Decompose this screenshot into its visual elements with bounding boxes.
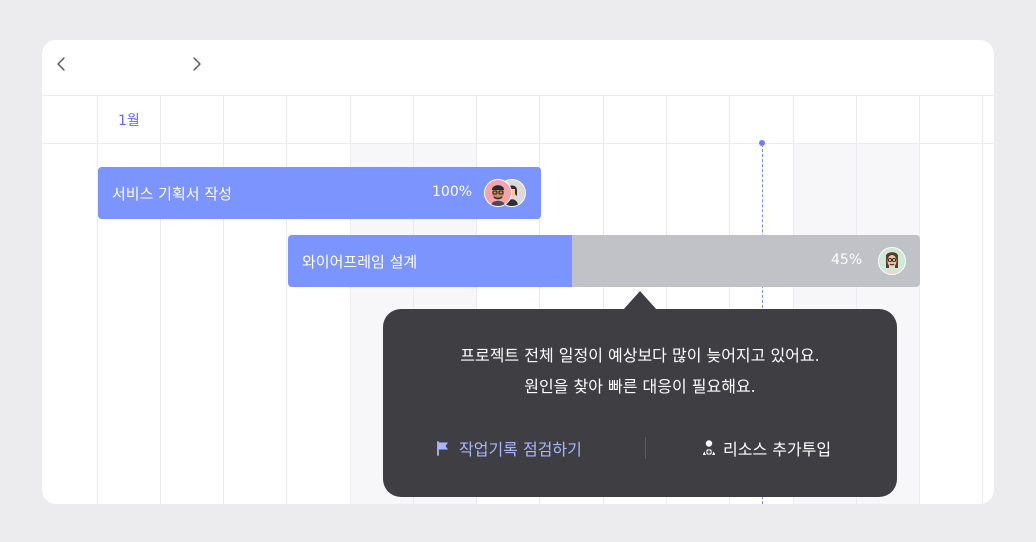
task-name: 서비스 기획서 작성 — [112, 185, 232, 203]
add-resource-label: 리소스 추가투입 — [723, 440, 832, 459]
avatar-woman-glasses[interactable] — [878, 247, 906, 275]
month-header: 1월 — [42, 96, 994, 144]
grid-line — [286, 96, 287, 504]
tooltip-arrow — [623, 291, 657, 310]
chevron-left-icon[interactable] — [50, 52, 74, 76]
month-label: 1월 — [118, 113, 140, 129]
chevron-right-icon[interactable] — [184, 52, 208, 76]
grid-line — [160, 96, 161, 504]
delay-warning-tooltip: 프로젝트 전체 일정이 예상보다 많이 늦어지고 있어요. 원인을 찾아 빠른 … — [383, 309, 897, 497]
add-person-icon — [703, 440, 715, 457]
task-progress-label: 45% — [831, 252, 863, 268]
action-divider — [645, 437, 646, 459]
grid-line — [982, 96, 983, 504]
grid-line — [223, 96, 224, 504]
screen-background: 1월 서비스 기획서 작성 100% 와이어프레임 설계 45% 프로젝트 전체… — [0, 0, 1036, 542]
review-work-log-label: 작업기록 점검하기 — [459, 440, 582, 459]
add-resource-button[interactable]: 리소스 추가투입 — [701, 435, 831, 461]
flag-icon — [437, 441, 448, 456]
date-navigation — [42, 40, 994, 96]
grid-line — [350, 96, 351, 504]
task-name: 와이어프레임 설계 — [302, 253, 418, 271]
grid-line — [919, 96, 920, 504]
task-bar[interactable]: 와이어프레임 설계 45% — [288, 235, 920, 287]
task-progress-label: 100% — [432, 184, 473, 200]
grid-line — [97, 96, 98, 504]
task-bar[interactable]: 서비스 기획서 작성 100% — [98, 167, 541, 219]
tooltip-message-line2: 원인을 찾아 빠른 대응이 필요해요. — [524, 377, 756, 396]
avatar-man-glasses[interactable] — [484, 179, 512, 207]
tooltip-message-line1: 프로젝트 전체 일정이 예상보다 많이 늦어지고 있어요. — [460, 346, 820, 365]
review-work-log-button[interactable]: 작업기록 점검하기 — [435, 435, 582, 461]
